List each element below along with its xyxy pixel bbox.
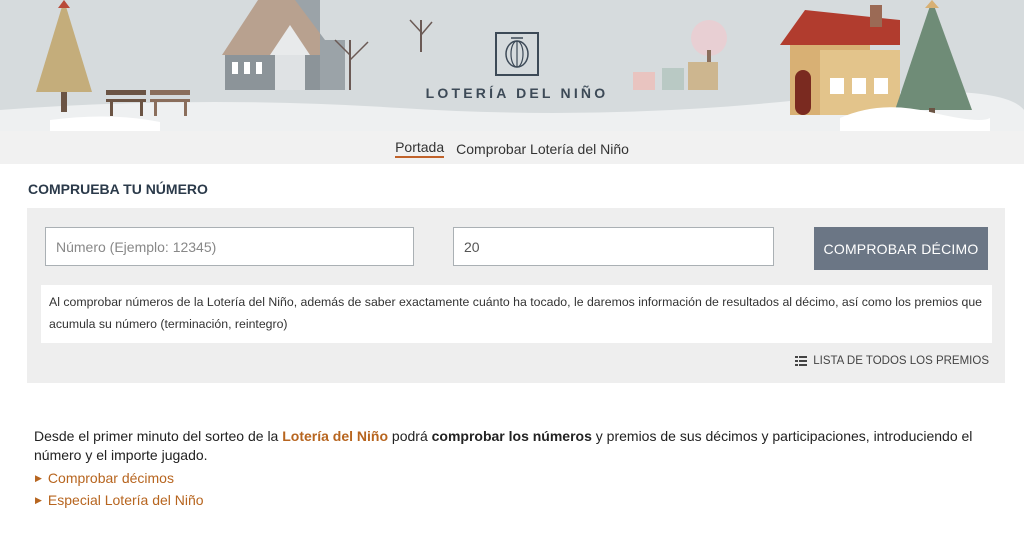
- header-banner: LOTERÍA DEL NIÑO: [0, 0, 1024, 131]
- globe-icon: [495, 32, 539, 76]
- loteria-nino-link[interactable]: Lotería del Niño: [282, 428, 388, 444]
- prizes-list-link[interactable]: LISTA DE TODOS LOS PREMIOS: [795, 355, 989, 367]
- related-links: ▶ Comprobar décimos ▶ Especial Lotería d…: [35, 467, 204, 511]
- triangle-right-icon: ▶: [35, 473, 42, 483]
- loteria-logo[interactable]: LOTERÍA DEL NIÑO: [422, 32, 612, 101]
- info-text: Al comprobar números de la Lotería del N…: [41, 285, 992, 343]
- link-especial-loteria-nino[interactable]: ▶ Especial Lotería del Niño: [35, 489, 204, 511]
- number-input[interactable]: Número (Ejemplo: 12345): [45, 227, 414, 266]
- list-icon: [795, 356, 808, 366]
- description-paragraph: Desde el primer minuto del sorteo de la …: [34, 427, 984, 465]
- link-label: Especial Lotería del Niño: [47, 492, 204, 508]
- description-text: Desde el primer minuto del sorteo de la: [34, 428, 283, 444]
- amount-input[interactable]: 20: [453, 227, 774, 266]
- link-label: Comprobar décimos: [47, 470, 174, 486]
- triangle-right-icon: ▶: [35, 495, 42, 505]
- check-ticket-button[interactable]: COMPROBAR DÉCIMO: [814, 227, 988, 270]
- description-bold: comprobar los números: [431, 428, 592, 444]
- main-nav: Portada Comprobar Lotería del Niño: [0, 131, 1024, 164]
- description-text: podrá: [388, 428, 432, 444]
- section-title: COMPRUEBA TU NÚMERO: [28, 181, 208, 197]
- nav-item-comprobar[interactable]: Comprobar Lotería del Niño: [456, 139, 629, 157]
- check-panel: Número (Ejemplo: 12345) 20 COMPROBAR DÉC…: [27, 208, 1005, 383]
- prizes-list-label: LISTA DE TODOS LOS PREMIOS: [813, 355, 989, 367]
- nav-item-portada[interactable]: Portada: [395, 137, 445, 158]
- link-comprobar-decimos[interactable]: ▶ Comprobar décimos: [35, 467, 204, 489]
- logo-text: LOTERÍA DEL NIÑO: [425, 85, 609, 101]
